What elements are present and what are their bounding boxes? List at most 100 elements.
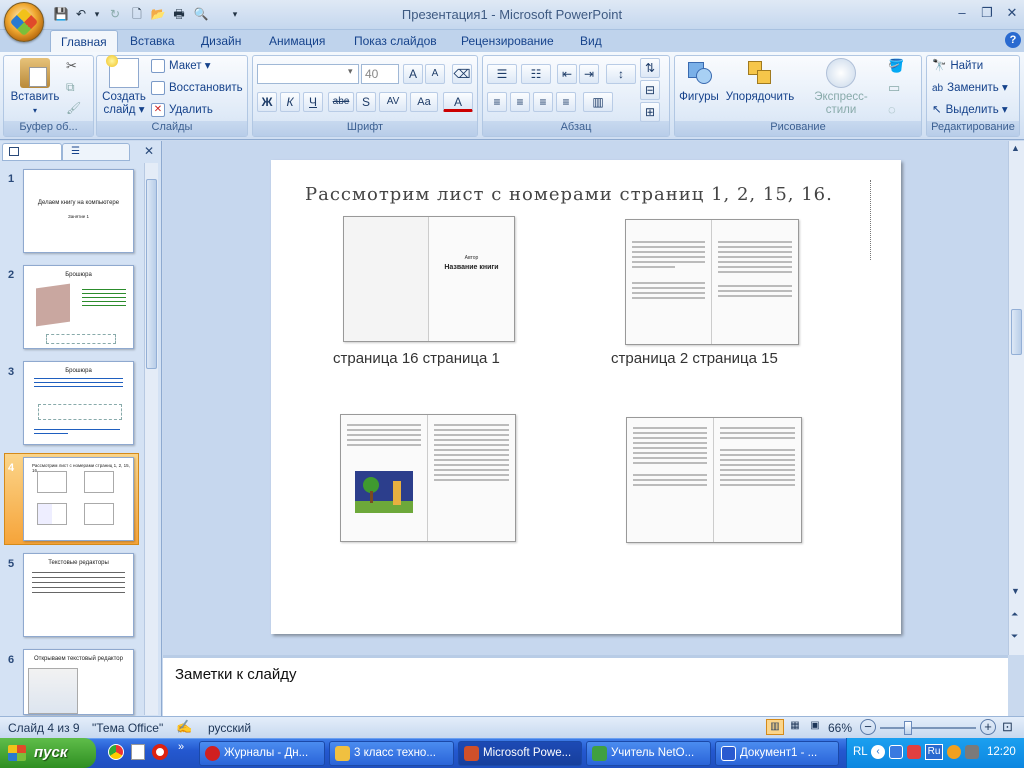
fit-to-window-icon[interactable]: ⊡: [1002, 719, 1013, 735]
smartart-button[interactable]: ⊞: [640, 102, 660, 122]
tab-animation[interactable]: Анимация: [259, 30, 335, 52]
align-right-button[interactable]: ≡: [533, 92, 553, 112]
underline-button[interactable]: Ч: [303, 92, 323, 112]
align-left-button[interactable]: ≡: [487, 92, 507, 112]
zoom-slider-thumb[interactable]: [904, 721, 912, 735]
new-slide-button[interactable]: Создать слайд ▾: [100, 55, 148, 117]
replace-button[interactable]: ab Заменить ▾: [932, 78, 1008, 98]
tray-app-icon[interactable]: [947, 745, 961, 759]
taskbar-item-folder[interactable]: 3 класс техно...: [329, 741, 454, 766]
grow-font-button[interactable]: A: [403, 64, 423, 84]
shape-fill-icon[interactable]: 🪣: [888, 58, 904, 74]
justify-button[interactable]: ≡: [556, 92, 576, 112]
italic-button[interactable]: К: [280, 92, 300, 112]
scroll-up-icon[interactable]: ▲: [1011, 143, 1020, 153]
tray-alert-icon[interactable]: [907, 745, 921, 759]
quick-styles-button[interactable]: Экспресс-стили: [799, 58, 883, 117]
shape-outline-icon[interactable]: ▭: [888, 80, 900, 96]
normal-view-button[interactable]: ▥: [766, 719, 784, 735]
zoom-in-icon[interactable]: +: [980, 719, 996, 735]
slide-scroll-thumb[interactable]: [1011, 309, 1022, 355]
opera-quicklaunch-icon[interactable]: [152, 744, 168, 760]
copy-icon[interactable]: ⧉: [66, 80, 75, 95]
shadow-button[interactable]: S: [356, 92, 376, 112]
tray-network-icon[interactable]: [889, 745, 903, 759]
font-name-dropdown-icon[interactable]: ▾: [348, 66, 353, 77]
cut-icon[interactable]: ✂: [66, 58, 77, 74]
layout-button[interactable]: Макет ▾: [151, 56, 211, 76]
bullets-button[interactable]: ☰: [487, 64, 517, 84]
change-case-button[interactable]: Aa: [410, 92, 438, 112]
slideshow-button[interactable]: ▣: [806, 719, 824, 735]
char-spacing-button[interactable]: AV: [379, 92, 407, 112]
zoom-out-icon[interactable]: −: [860, 719, 876, 735]
increase-indent-button[interactable]: ⇥: [579, 64, 599, 84]
paste-button[interactable]: Вставить ▾: [8, 58, 62, 117]
start-button[interactable]: пуск: [0, 738, 96, 768]
tab-review[interactable]: Рецензирование: [451, 30, 564, 52]
maximize-button[interactable]: ❐: [975, 4, 999, 22]
slide-heading[interactable]: Рассмотрим лист с номерами страниц 1, 2,…: [305, 184, 850, 205]
font-color-button[interactable]: A: [443, 92, 473, 112]
desktop-quicklaunch-icon[interactable]: [131, 744, 145, 760]
slide-thumbnail-4[interactable]: Рассмотрим лист с номерами страниц 1, 2,…: [23, 457, 134, 541]
clear-formatting-button[interactable]: ⌫: [452, 64, 472, 84]
select-button[interactable]: ↖ Выделить ▾: [932, 100, 1008, 120]
keyboard-layout-indicator[interactable]: RL: [853, 746, 868, 758]
align-center-button[interactable]: ≡: [510, 92, 530, 112]
shape-effects-icon[interactable]: ◌: [888, 102, 896, 117]
decrease-indent-button[interactable]: ⇤: [557, 64, 577, 84]
font-name-input[interactable]: [257, 64, 359, 84]
language-indicator[interactable]: русский: [208, 721, 251, 735]
font-size-input[interactable]: 40: [361, 64, 399, 84]
minimize-button[interactable]: –: [950, 4, 974, 22]
tray-back-icon[interactable]: ‹: [871, 745, 885, 759]
arrange-button[interactable]: Упорядочить: [723, 58, 797, 104]
slides-panel-scrollbar[interactable]: [144, 163, 158, 715]
spellcheck-icon[interactable]: ✍: [176, 719, 192, 735]
find-button[interactable]: 🔭 Найти: [932, 56, 983, 76]
next-slide-icon[interactable]: ⏷: [1011, 631, 1018, 642]
notes-pane[interactable]: Заметки к слайду: [163, 655, 1008, 716]
outline-tab[interactable]: ☰: [62, 143, 130, 161]
tab-home[interactable]: Главная: [50, 30, 118, 53]
close-button[interactable]: ✕: [1000, 4, 1024, 22]
prev-slide-icon[interactable]: ⏶: [1011, 609, 1018, 620]
scroll-down-icon[interactable]: ▼: [1011, 586, 1020, 596]
shapes-button[interactable]: Фигуры: [677, 58, 721, 104]
language-bar-icon[interactable]: Ru: [925, 744, 943, 760]
taskbar-item-word[interactable]: Документ1 - ...: [715, 741, 839, 766]
tab-view[interactable]: Вид: [570, 30, 612, 52]
book-spread-text[interactable]: [626, 417, 802, 543]
bold-button[interactable]: Ж: [257, 92, 277, 112]
taskbar-item-netop[interactable]: Учитель NetO...: [586, 741, 711, 766]
text-direction-button[interactable]: ⇅: [640, 58, 660, 78]
slide-thumbnail-2[interactable]: Брошюра: [23, 265, 134, 349]
slide-sorter-button[interactable]: ▦: [786, 719, 804, 735]
chrome-quicklaunch-icon[interactable]: [108, 744, 124, 760]
more-quicklaunch-icon[interactable]: »: [178, 741, 184, 753]
columns-button[interactable]: ▥: [583, 92, 613, 112]
slide-thumbnail-3[interactable]: Брошюра: [23, 361, 134, 445]
slide-scrollbar[interactable]: ▲ ▼ ⏶ ⏷: [1008, 141, 1024, 655]
slide-thumbnail-6[interactable]: Открываем текстовый редактор: [23, 649, 134, 715]
slides-scroll-thumb[interactable]: [146, 179, 157, 369]
zoom-slider[interactable]: [880, 727, 976, 729]
strikethrough-button[interactable]: abe: [328, 92, 354, 112]
book-spread-pages-16-1[interactable]: Автор Название книги: [343, 216, 515, 342]
zoom-level[interactable]: 66%: [828, 721, 852, 735]
delete-slide-button[interactable]: ✕ Удалить: [151, 100, 213, 120]
slide-thumbnail-5[interactable]: Текстовые редакторы: [23, 553, 134, 637]
slides-tab[interactable]: [2, 143, 62, 161]
align-text-button[interactable]: ⊟: [640, 80, 660, 100]
close-pane-icon[interactable]: ✕: [144, 144, 154, 158]
taskbar-item-journals[interactable]: Журналы - Дн...: [199, 741, 325, 766]
tab-slideshow[interactable]: Показ слайдов: [344, 30, 447, 52]
line-spacing-button[interactable]: ↕: [606, 64, 636, 84]
tab-insert[interactable]: Вставка: [120, 30, 185, 52]
reset-button[interactable]: Восстановить: [151, 78, 243, 98]
book-spread-illustrated[interactable]: [340, 414, 516, 542]
tray-volume-icon[interactable]: [965, 745, 979, 759]
tab-design[interactable]: Дизайн: [191, 30, 251, 52]
book-spread-pages-2-15[interactable]: [625, 219, 799, 345]
